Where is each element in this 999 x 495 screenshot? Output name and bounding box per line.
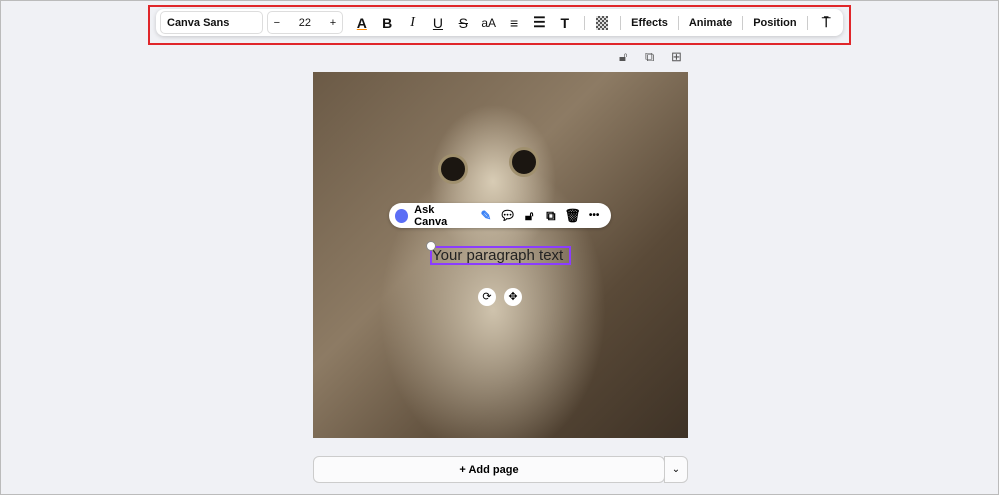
effects-button[interactable]: Effects (627, 17, 672, 29)
font-size-value[interactable]: 22 (299, 17, 311, 29)
paint-roller-icon[interactable]: ⍑ (814, 14, 839, 31)
divider (742, 15, 744, 30)
canva-ai-icon (395, 208, 409, 223)
align-center-icon[interactable]: ≡ (501, 15, 526, 31)
divider (620, 15, 622, 30)
resize-handle[interactable] (426, 241, 436, 251)
rotate-icon[interactable]: ⟳ (478, 288, 496, 306)
transparency-icon[interactable] (596, 15, 609, 30)
cat-eye (438, 154, 468, 184)
lock-icon[interactable]: 🔓︎ (619, 49, 627, 65)
move-icon[interactable]: ✥ (504, 288, 522, 306)
divider (583, 15, 585, 30)
bold-icon[interactable]: B (375, 15, 400, 31)
spacing-icon[interactable]: T (552, 15, 577, 31)
italic-icon[interactable]: I (400, 15, 425, 31)
add-page-button[interactable]: + Add page (313, 456, 665, 483)
position-button[interactable]: Position (749, 17, 800, 29)
text-color-icon[interactable]: A (349, 15, 374, 31)
magic-edit-icon[interactable]: ✎ (475, 208, 497, 224)
animate-button[interactable]: Animate (685, 17, 736, 29)
chevron-down-icon[interactable]: ⌄ (664, 456, 688, 483)
font-size-stepper[interactable]: − 22 + (266, 11, 344, 34)
text-toolbar: Canva Sans − 22 + A B I U S aA ≡ ☰ T Eff… (156, 9, 843, 36)
more-options-icon[interactable]: ••• (583, 210, 605, 221)
divider (677, 15, 679, 30)
divider (806, 15, 808, 30)
letter-case-icon[interactable]: aA (476, 16, 501, 30)
duplicate-icon[interactable]: ⧉ (540, 208, 562, 224)
increase-size-button[interactable]: + (330, 17, 336, 29)
font-family-select[interactable]: Canva Sans (160, 11, 263, 34)
add-page-icon[interactable]: ⊞ (671, 49, 682, 65)
underline-icon[interactable]: U (425, 15, 450, 31)
comment-icon[interactable]: 💬︎ (497, 208, 519, 224)
context-menu: Ask Canva ✎ 💬︎ 🔓︎ ⧉ 🗑︎ ••• (389, 203, 611, 228)
cat-eye (509, 147, 539, 177)
paragraph-text-box[interactable]: Your paragraph text (430, 246, 571, 265)
list-icon[interactable]: ☰ (527, 14, 552, 31)
strikethrough-icon[interactable]: S (451, 15, 476, 31)
trash-icon[interactable]: 🗑︎ (562, 208, 584, 224)
ask-canva-button[interactable]: Ask Canva (414, 204, 467, 228)
duplicate-icon[interactable]: ⧉ (645, 49, 654, 65)
lock-icon[interactable]: 🔓︎ (518, 208, 540, 224)
decrease-size-button[interactable]: − (274, 17, 280, 29)
